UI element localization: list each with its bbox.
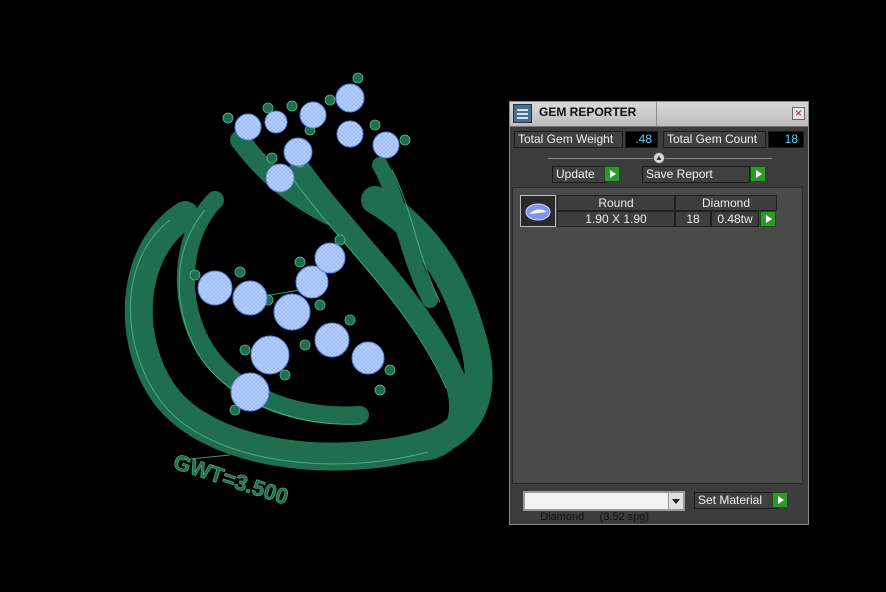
row-weight: 0.48tw (711, 211, 759, 227)
row-count: 18 (675, 211, 711, 227)
total-gem-count-value: 18 (768, 131, 804, 148)
round-gem-thumbnail[interactable] (520, 195, 556, 227)
update-go-icon[interactable] (604, 166, 620, 182)
chevron-down-icon[interactable] (668, 493, 683, 509)
panel-titlebar[interactable]: GEM REPORTER × (510, 102, 808, 127)
material-select[interactable]: Diamond (3.52 spg) (523, 491, 685, 523)
gem-report-area: Round Diamond 1.90 X 1.90 18 0.48tw (512, 187, 803, 484)
panel-title: GEM REPORTER (539, 105, 637, 119)
update-button[interactable]: Update (552, 166, 606, 183)
save-report-button[interactable]: Save Report (642, 166, 750, 183)
set-material-button[interactable]: Set Material (694, 492, 778, 509)
column-header-material: Diamond (675, 195, 777, 211)
column-header-shape: Round (557, 195, 675, 211)
row-size: 1.90 X 1.90 (557, 211, 675, 227)
collapse-toggle[interactable]: ▲ (653, 152, 665, 164)
save-report-go-icon[interactable] (750, 166, 766, 182)
report-icon (513, 104, 532, 123)
gem-reporter-panel: GEM REPORTER × Total Gem Weight .48 Tota… (509, 101, 809, 525)
row-detail-go-icon[interactable] (760, 211, 776, 227)
total-gem-count-label: Total Gem Count (663, 131, 766, 148)
close-button[interactable]: × (792, 107, 805, 120)
material-select-value: Diamond (3.52 spg) (540, 511, 650, 523)
title-divider (656, 102, 657, 126)
set-material-go-icon[interactable] (772, 492, 788, 508)
total-gem-weight-label: Total Gem Weight (514, 131, 623, 148)
total-gem-weight-value: .48 (625, 131, 658, 148)
